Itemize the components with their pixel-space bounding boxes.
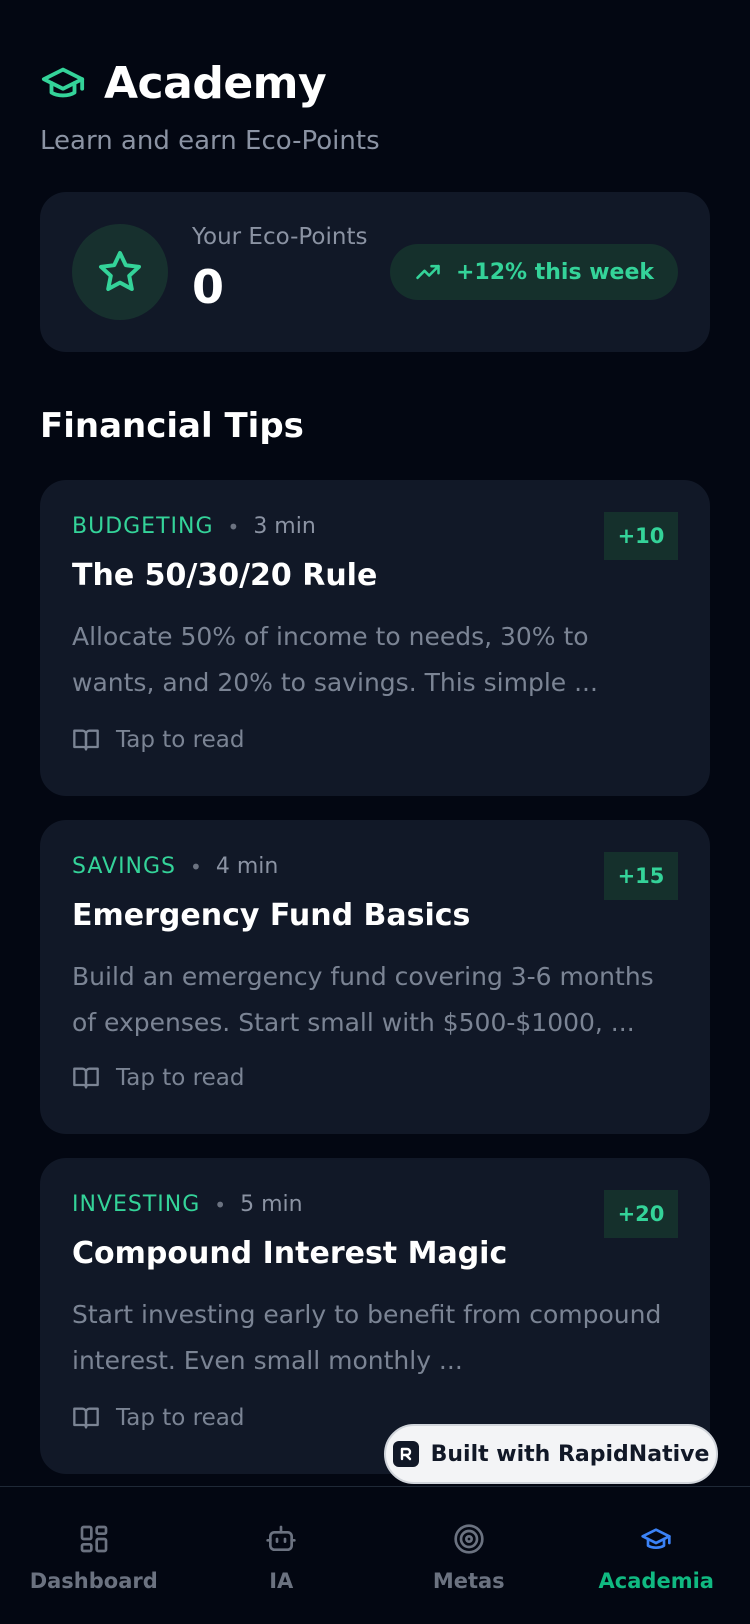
page-subtitle: Learn and earn Eco-Points (40, 126, 380, 156)
target-icon (454, 1524, 484, 1554)
meta-separator: • (190, 854, 202, 879)
eco-points-value: 0 (192, 260, 225, 314)
nav-item-dashboard[interactable]: Dashboard (0, 1487, 188, 1593)
trending-up-icon (416, 264, 440, 280)
book-open-icon (73, 1067, 99, 1089)
tip-description: Start investing early to benefit from co… (72, 1300, 662, 1375)
nav-item-metas[interactable]: Metas (375, 1487, 563, 1593)
tip-points-badge: +15 (604, 852, 678, 900)
tip-meta: SAVINGS • 4 min (72, 854, 278, 879)
tip-read-time: 3 min (253, 514, 316, 539)
tip-title: The 50/30/20 Rule (72, 558, 378, 593)
tip-title: Compound Interest Magic (72, 1236, 508, 1271)
tap-to-read-label: Tap to read (116, 1065, 245, 1091)
graduation-cap-icon (41, 67, 85, 98)
tip-category: INVESTING (72, 1192, 201, 1217)
tip-card-savings[interactable]: SAVINGS • 4 min +15 Emergency Fund Basic… (40, 820, 710, 1134)
nav-label-metas: Metas (432, 1569, 505, 1593)
graduation-cap-icon (641, 1528, 671, 1549)
nav-label-dashboard: Dashboard (29, 1569, 158, 1593)
tap-to-read-label: Tap to read (116, 1405, 245, 1431)
nav-label-ia: IA (269, 1569, 294, 1593)
weekly-trend-badge: +12% this week (389, 244, 678, 300)
section-title-financial-tips: Financial Tips (40, 406, 304, 446)
tip-points-badge: +10 (604, 512, 678, 560)
tap-to-read-label: Tap to read (116, 727, 245, 753)
eco-points-label: Your Eco-Points (192, 224, 368, 250)
tip-description: Build an emergency fund covering 3-6 mon… (72, 962, 654, 1037)
dashboard-icon (80, 1525, 108, 1553)
book-open-icon (73, 1407, 99, 1429)
robot-icon (266, 1525, 296, 1551)
tip-points-badge: +20 (604, 1190, 678, 1238)
tap-to-read[interactable]: Tap to read (72, 1404, 244, 1432)
book-open-icon (73, 729, 99, 751)
tap-to-read[interactable]: Tap to read (72, 726, 244, 754)
tip-read-time: 5 min (240, 1192, 303, 1217)
tip-title: Emergency Fund Basics (72, 898, 471, 933)
meta-separator: • (214, 1192, 227, 1217)
built-with-label: Built with RapidNative (430, 1441, 710, 1467)
tap-to-read[interactable]: Tap to read (72, 1064, 244, 1092)
page-header: Academy Learn and earn Eco-Points (40, 52, 710, 157)
tip-meta: INVESTING • 5 min (72, 1192, 303, 1217)
nav-label-academia: Academia (598, 1569, 714, 1593)
page-title: Academy (104, 57, 327, 109)
weekly-trend-text: +12% this week (455, 259, 654, 285)
star-icon (99, 251, 141, 291)
tip-read-time: 4 min (215, 854, 279, 879)
tip-description: Allocate 50% of income to needs, 30% to … (72, 622, 598, 697)
tip-category: BUDGETING (72, 514, 214, 539)
eco-points-card: Your Eco-Points 0 +12% this week (40, 192, 710, 352)
bottom-nav: Dashboard IA Metas Academia (0, 1486, 750, 1624)
title-row: Academy (40, 52, 710, 114)
nav-item-academia[interactable]: Academia (563, 1487, 750, 1593)
built-with-rapidnative-badge[interactable]: Built with RapidNative (384, 1424, 718, 1484)
tip-category: SAVINGS (72, 854, 177, 879)
tip-meta: BUDGETING • 3 min (72, 514, 316, 539)
star-badge (72, 224, 168, 320)
meta-separator: • (227, 514, 240, 539)
nav-item-ia[interactable]: IA (188, 1487, 376, 1593)
tip-card-budgeting[interactable]: BUDGETING • 3 min +10 The 50/30/20 Rule … (40, 480, 710, 796)
rapidnative-logo-icon (392, 1441, 419, 1467)
